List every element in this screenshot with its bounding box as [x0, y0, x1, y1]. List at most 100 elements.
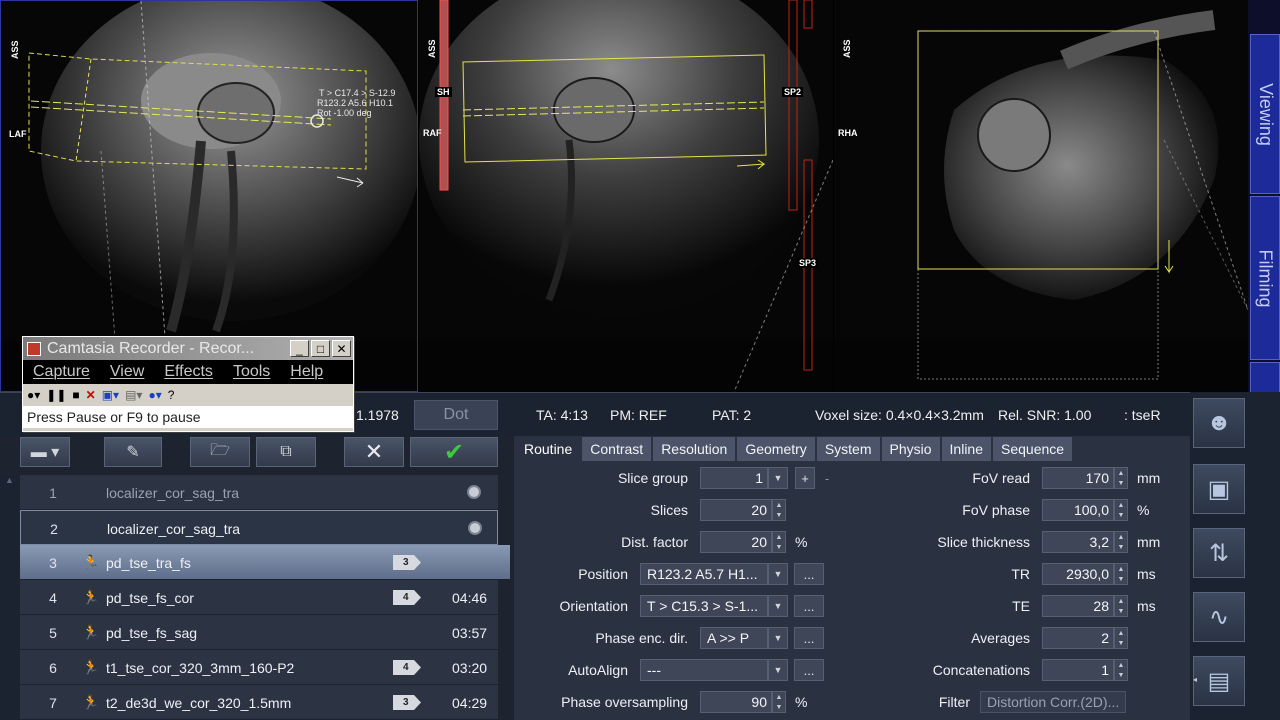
fov-read-stepper[interactable]: ▲ ▼ [1114, 467, 1128, 489]
ta-value: TA: 4:13 [536, 407, 588, 423]
add-slice-group-button[interactable]: + [795, 467, 815, 489]
tab-viewing[interactable]: Viewing [1250, 34, 1280, 194]
camtasia-recorder-window[interactable]: Camtasia Recorder - Recor... _ □ ✕ Captu… [22, 336, 354, 432]
copy-icon: ⧉ [280, 443, 292, 460]
expand-left-icon[interactable]: ◂ [1193, 675, 1197, 684]
stop-icon[interactable]: ■ [72, 388, 79, 402]
fov-phase-field[interactable]: 100,0 [1042, 499, 1114, 521]
position-more-button[interactable]: ... [794, 563, 824, 585]
image-icon[interactable]: ▣ [1193, 464, 1245, 514]
viewport-coronal[interactable]: ASS LAF T > C17.4 > S-12.9 R123.2 A5.6 H… [0, 0, 418, 392]
slice-thickness-stepper[interactable]: ▲ ▼ [1114, 531, 1128, 553]
phase-enc-more-button[interactable]: ... [794, 627, 824, 649]
tab-system[interactable]: System [816, 437, 880, 461]
orientation-field[interactable]: T > C15.3 > S-1... [640, 595, 768, 617]
delete-icon[interactable]: ✕ [86, 388, 96, 402]
close-window-button[interactable]: ✕ [332, 340, 351, 357]
record-icon[interactable]: ●▾ [27, 388, 40, 402]
position-field[interactable]: R123.2 A5.7 H1... [640, 563, 768, 585]
phase-enc-dir-field[interactable]: A >> P [700, 627, 768, 649]
dist-factor-stepper[interactable]: ▲ ▼ [772, 531, 786, 553]
tab-inline[interactable]: Inline [941, 437, 991, 461]
dot-button[interactable]: Dot [414, 400, 498, 430]
image-viewers: ASS LAF T > C17.4 > S-12.9 R123.2 A5.6 H… [0, 0, 1248, 392]
view-mode-dropdown[interactable]: ▬ ▾ [20, 437, 70, 467]
menu-effects[interactable]: Effects [164, 363, 213, 381]
phase-oversampling-stepper[interactable]: ▲ ▼ [772, 691, 786, 713]
autoalign-more-button[interactable]: ... [794, 659, 824, 681]
concatenations-stepper[interactable]: ▲ ▼ [1114, 659, 1128, 681]
display-icon[interactable]: ▤ [1193, 656, 1245, 706]
remove-slice-group-button[interactable]: - [818, 467, 836, 489]
minimize-button[interactable]: _ [290, 340, 309, 357]
chevron-down-icon[interactable]: ▼ [768, 659, 788, 681]
rel-snr: Rel. SNR: 1.00 [998, 407, 1092, 423]
te-stepper[interactable]: ▲ ▼ [1114, 595, 1128, 617]
queue-scrollbar[interactable]: ▲ [0, 475, 18, 720]
menu-view[interactable]: View [110, 363, 144, 381]
copy-button[interactable]: ⧉ [256, 437, 316, 467]
camtasia-titlebar[interactable]: Camtasia Recorder - Recor... _ □ ✕ [23, 337, 353, 360]
dist-factor-field[interactable]: 20 [700, 531, 772, 553]
averages-field[interactable]: 2 [1042, 627, 1114, 649]
pause-icon[interactable]: ❚❚ [46, 388, 66, 402]
cancel-button[interactable]: ✕ [344, 437, 404, 467]
tab-filming[interactable]: Filming [1250, 196, 1280, 360]
menu-tools[interactable]: Tools [233, 363, 270, 381]
help-icon[interactable]: ? [168, 388, 175, 402]
waveform-icon[interactable]: ∿ [1193, 592, 1245, 642]
tab-routine[interactable]: Routine [516, 437, 581, 461]
concatenations-field[interactable]: 1 [1042, 659, 1114, 681]
queue-row[interactable]: 6 🏃 t1_tse_cor_320_3mm_160-P2 4 03:20 [20, 650, 498, 685]
chevron-down-icon[interactable]: ▼ [768, 467, 788, 489]
viewport-sagittal[interactable]: ASS RAF SH SP2 SP3 [419, 0, 833, 392]
queue-row[interactable]: 1 localizer_cor_sag_tra [20, 475, 498, 510]
chevron-down-icon[interactable]: ▼ [768, 627, 788, 649]
effects-icon[interactable]: ▤▾ [125, 388, 142, 402]
check-icon: ✔ [443, 438, 465, 466]
phase-oversampling-unit: % [795, 694, 808, 710]
tab-resolution[interactable]: Resolution [653, 437, 736, 461]
head-icon[interactable]: ☻ [1193, 398, 1245, 448]
slice-thickness-field[interactable]: 3,2 [1042, 531, 1114, 553]
patient-table-icon[interactable]: ⇅ [1193, 528, 1245, 578]
pm-value: PM: REF [610, 407, 667, 423]
edit-button[interactable]: ✎ [104, 437, 162, 467]
tab-geometry[interactable]: Geometry [737, 437, 815, 461]
slices-stepper[interactable]: ▲ ▼ [772, 499, 786, 521]
queue-row[interactable]: 3 🏃 pd_tse_tra_fs 3 [20, 545, 510, 580]
viewport-axial[interactable]: ASS RHA [834, 0, 1248, 392]
chevron-down-icon[interactable]: ▼ [768, 563, 788, 585]
capture-region-icon[interactable]: ▣▾ [102, 388, 119, 402]
fov-read-field[interactable]: 170 [1042, 467, 1114, 489]
slice-group-field[interactable]: 1 [700, 467, 768, 489]
tab-contrast[interactable]: Contrast [582, 437, 652, 461]
audio-icon[interactable]: ●▾ [148, 388, 161, 402]
queue-row[interactable]: 5 🏃 pd_tse_fs_sag 03:57 [20, 615, 498, 650]
phase-oversampling-field[interactable]: 90 [700, 691, 772, 713]
tab-physio[interactable]: Physio [881, 437, 940, 461]
tab-sequence[interactable]: Sequence [993, 437, 1073, 461]
fov-phase-stepper[interactable]: ▲ ▼ [1114, 499, 1128, 521]
queue-protocol-name: pd_tse_fs_sag [106, 625, 198, 641]
queue-number: 4 [49, 590, 57, 606]
chevron-down-icon[interactable]: ▼ [768, 595, 788, 617]
tr-field[interactable]: 2930,0 [1042, 563, 1114, 585]
orientation-more-button[interactable]: ... [794, 595, 824, 617]
queue-row[interactable]: 4 🏃 pd_tse_fs_cor 4 04:46 [20, 580, 498, 615]
open-button[interactable]: 🗁 [190, 437, 250, 467]
exam-queue: 1 localizer_cor_sag_tra 2 localizer_cor_… [20, 475, 510, 720]
menu-help[interactable]: Help [290, 363, 323, 381]
apply-button[interactable]: ✔ [410, 437, 498, 467]
queue-row[interactable]: 7 🏃 t2_de3d_we_cor_320_1.5mm 3 04:29 [20, 685, 498, 720]
menu-capture[interactable]: Capture [33, 363, 90, 381]
te-field[interactable]: 28 [1042, 595, 1114, 617]
averages-stepper[interactable]: ▲ ▼ [1114, 627, 1128, 649]
scroll-up-icon[interactable]: ▲ [0, 475, 18, 485]
autoalign-field[interactable]: --- [640, 659, 768, 681]
tr-stepper[interactable]: ▲ ▼ [1114, 563, 1128, 585]
filter-field[interactable]: Distortion Corr.(2D)... [980, 691, 1126, 713]
slices-field[interactable]: 20 [700, 499, 772, 521]
queue-row[interactable]: 2 localizer_cor_sag_tra [20, 510, 498, 545]
maximize-button[interactable]: □ [311, 340, 330, 357]
